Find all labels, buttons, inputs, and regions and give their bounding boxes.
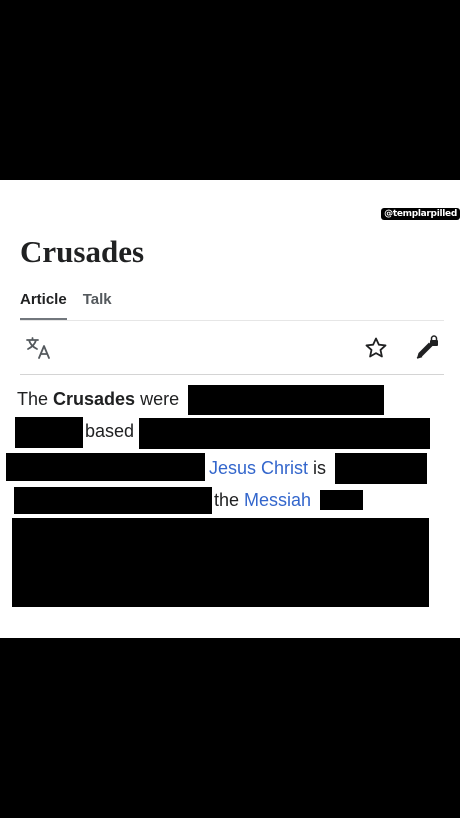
redaction-block <box>14 487 212 514</box>
line1-suffix: were <box>135 389 180 409</box>
line4-prefix: the <box>214 490 245 510</box>
watermark: @templarpilled <box>381 208 460 220</box>
page-title: Crusades <box>20 234 145 269</box>
redaction-block <box>139 418 430 449</box>
redaction-block <box>15 417 83 448</box>
link-messiah[interactable]: Messiah <box>244 490 311 510</box>
body-line-1: The Crusades were <box>17 388 179 410</box>
toolbar-divider <box>20 374 444 375</box>
tab-bar: Article Talk <box>20 290 112 320</box>
link-jesus-christ[interactable]: Jesus Christ <box>209 458 308 478</box>
body-line-4: the Messiah <box>214 489 311 511</box>
star-icon[interactable] <box>364 336 388 360</box>
line3-suffix: is <box>308 458 327 478</box>
body-line-3: Jesus Christ is <box>209 457 326 479</box>
line1-prefix: The <box>17 389 54 409</box>
redaction-block <box>6 453 205 481</box>
language-icon[interactable] <box>26 337 52 359</box>
bottom-black-bar <box>0 638 460 818</box>
top-black-bar <box>0 0 460 180</box>
redaction-block-large <box>12 518 429 607</box>
bold-crusades: Crusades <box>53 389 136 409</box>
tabs-divider <box>20 320 444 321</box>
redaction-block <box>335 453 427 484</box>
redaction-block <box>320 490 363 510</box>
edit-lock-icon[interactable] <box>414 335 440 361</box>
tab-article[interactable]: Article <box>20 290 67 320</box>
redaction-block <box>188 385 384 415</box>
body-line-2: based <box>85 421 135 441</box>
wiki-screenshot: @templarpilled Crusades Article Talk The… <box>0 180 460 638</box>
tab-talk[interactable]: Talk <box>83 290 112 320</box>
